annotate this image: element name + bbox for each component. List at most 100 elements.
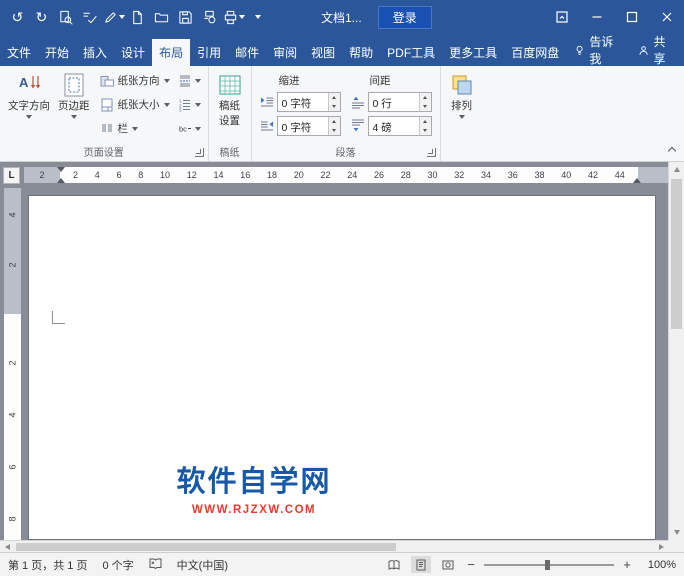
scroll-up-button[interactable] bbox=[669, 162, 684, 177]
pen-tool-button[interactable] bbox=[102, 4, 125, 30]
customize-qat-button[interactable] bbox=[246, 4, 269, 30]
tab-insert[interactable]: 插入 bbox=[76, 39, 114, 66]
tab-design[interactable]: 设计 bbox=[114, 39, 152, 66]
hyphenation-button[interactable]: bc bbox=[175, 117, 204, 140]
tab-home[interactable]: 开始 bbox=[38, 39, 76, 66]
tab-file[interactable]: 文件 bbox=[0, 39, 38, 66]
arrange-icon bbox=[452, 75, 471, 95]
vertical-scrollbar[interactable] bbox=[668, 162, 684, 540]
indent-right-stepper[interactable] bbox=[327, 117, 340, 135]
horizontal-ruler[interactable]: 2 2 4 6 8 10 12 14 16 18 20 22 24 26 28 30 32 34 36 38 40 42… bbox=[24, 167, 668, 183]
ruler-number: 14 bbox=[213, 170, 224, 180]
minimize-button[interactable] bbox=[579, 0, 614, 34]
collapse-ribbon-button[interactable] bbox=[667, 146, 677, 156]
vertical-ruler[interactable]: 42 2468 bbox=[4, 188, 21, 540]
tab-pdf-tools[interactable]: PDF工具 bbox=[380, 39, 442, 66]
proofing-status-button[interactable] bbox=[149, 557, 162, 573]
scroll-down-button[interactable] bbox=[669, 525, 684, 540]
zoom-slider[interactable] bbox=[484, 559, 614, 570]
undo-icon: ↺ bbox=[11, 8, 24, 25]
web-layout-button[interactable] bbox=[438, 556, 458, 573]
arrange-button[interactable]: 排列 bbox=[445, 69, 479, 141]
close-button[interactable] bbox=[649, 0, 684, 34]
tab-selector[interactable]: L bbox=[3, 166, 20, 184]
pen-icon bbox=[104, 11, 116, 23]
right-indent-marker[interactable] bbox=[633, 178, 641, 183]
tab-view[interactable]: 视图 bbox=[304, 39, 342, 66]
vertical-scroll-thumb[interactable] bbox=[671, 179, 682, 329]
page-number-status[interactable]: 第 1 页，共 1 页 bbox=[8, 557, 87, 573]
quick-print-button[interactable] bbox=[222, 4, 245, 30]
zoom-out-button[interactable]: − bbox=[465, 557, 477, 572]
lightbulb-icon bbox=[576, 45, 583, 55]
zoom-slider-thumb[interactable] bbox=[545, 559, 550, 570]
indent-left-icon bbox=[260, 97, 273, 107]
print-preview-edit-button[interactable] bbox=[198, 4, 221, 30]
save-button[interactable] bbox=[174, 4, 197, 30]
paragraph-dialog-launcher[interactable] bbox=[426, 148, 436, 157]
orientation-button[interactable]: 纸张方向 bbox=[96, 69, 174, 92]
new-document-button[interactable] bbox=[126, 4, 149, 30]
maximize-button[interactable] bbox=[614, 0, 649, 34]
tab-help[interactable]: 帮助 bbox=[342, 39, 380, 66]
breaks-button[interactable] bbox=[175, 69, 204, 92]
triangle-up-icon bbox=[674, 167, 680, 172]
zoom-level[interactable]: 100% bbox=[640, 559, 676, 571]
indent-right-input[interactable]: 0 字符 bbox=[276, 116, 341, 136]
tab-baidu-pan[interactable]: 百度网盘 bbox=[504, 39, 566, 66]
spacing-after-stepper[interactable] bbox=[418, 117, 431, 135]
magnifier-page-icon bbox=[60, 10, 73, 25]
tab-review[interactable]: 审阅 bbox=[266, 39, 304, 66]
tab-references[interactable]: 引用 bbox=[190, 39, 228, 66]
login-button[interactable]: 登录 bbox=[377, 5, 432, 29]
read-mode-button[interactable] bbox=[384, 556, 404, 573]
open-file-button[interactable] bbox=[150, 4, 173, 30]
ruler-number: 24 bbox=[347, 170, 358, 180]
indent-header: 缩进 bbox=[278, 75, 300, 87]
chevron-down-icon bbox=[70, 115, 77, 119]
triangle-right-icon bbox=[658, 544, 664, 550]
spacing-before-stepper[interactable] bbox=[418, 93, 431, 111]
first-line-indent-marker[interactable] bbox=[57, 167, 65, 172]
columns-button[interactable]: 栏 bbox=[96, 117, 174, 140]
paper-size-button[interactable]: 纸张大小 bbox=[96, 93, 174, 116]
margins-button[interactable]: 页边距 bbox=[54, 69, 94, 141]
ruler-number: 18 bbox=[267, 170, 278, 180]
share-button[interactable]: 共享 bbox=[628, 34, 684, 66]
word-count-status[interactable]: 0 个字 bbox=[102, 557, 133, 573]
redo-button[interactable]: ↻ bbox=[30, 4, 53, 30]
manuscript-setup-button[interactable]: 稿纸 设置 bbox=[213, 69, 247, 141]
chevron-down-icon bbox=[194, 102, 201, 107]
tell-me-button[interactable]: 告诉我 bbox=[566, 34, 628, 66]
tab-layout[interactable]: 布局 bbox=[152, 39, 191, 66]
tab-more-tools[interactable]: 更多工具 bbox=[442, 39, 504, 66]
watermark: 软件自学网 WWW.RJZXW.COM bbox=[164, 458, 344, 516]
horizontal-scrollbar[interactable] bbox=[0, 540, 668, 552]
spacing-before-value: 0 行 bbox=[372, 98, 392, 110]
ruler-number: 44 bbox=[614, 170, 625, 180]
spelling-check-button[interactable] bbox=[78, 4, 101, 30]
document-canvas[interactable]: 42 2468 软件自学网 WWW.RJZXW.COM bbox=[0, 188, 668, 540]
spacing-before-input[interactable]: 0 行 bbox=[367, 92, 432, 112]
print-preview-button[interactable] bbox=[54, 4, 77, 30]
indent-left-input[interactable]: 0 字符 bbox=[276, 92, 341, 112]
ruler-number: 16 bbox=[240, 170, 251, 180]
page-setup-dialog-launcher[interactable] bbox=[194, 148, 204, 157]
zoom-in-button[interactable]: + bbox=[621, 557, 633, 572]
horizontal-scroll-thumb[interactable] bbox=[16, 543, 396, 551]
undo-button[interactable]: ↺ bbox=[6, 4, 29, 30]
ribbon-display-options-button[interactable] bbox=[544, 0, 579, 34]
print-layout-icon bbox=[416, 559, 426, 570]
text-direction-button[interactable]: A 文字方向 bbox=[4, 69, 54, 141]
svg-text:A: A bbox=[19, 75, 29, 90]
tab-mailings[interactable]: 邮件 bbox=[228, 39, 266, 66]
group-page-setup: A 文字方向 页边距 纸张方向 纸张大小 栏 1 2 3 bc 页面设置 bbox=[0, 66, 209, 161]
left-indent-marker[interactable] bbox=[57, 178, 65, 183]
spacing-after-input[interactable]: 4 磅 bbox=[367, 116, 432, 136]
document-page[interactable]: 软件自学网 WWW.RJZXW.COM bbox=[28, 195, 656, 540]
line-numbers-button[interactable]: 123 bbox=[175, 93, 204, 116]
print-layout-button[interactable] bbox=[411, 556, 431, 573]
ruler-number: 8 bbox=[7, 516, 18, 522]
language-status[interactable]: 中文(中国) bbox=[177, 557, 228, 573]
indent-left-stepper[interactable] bbox=[327, 93, 340, 111]
